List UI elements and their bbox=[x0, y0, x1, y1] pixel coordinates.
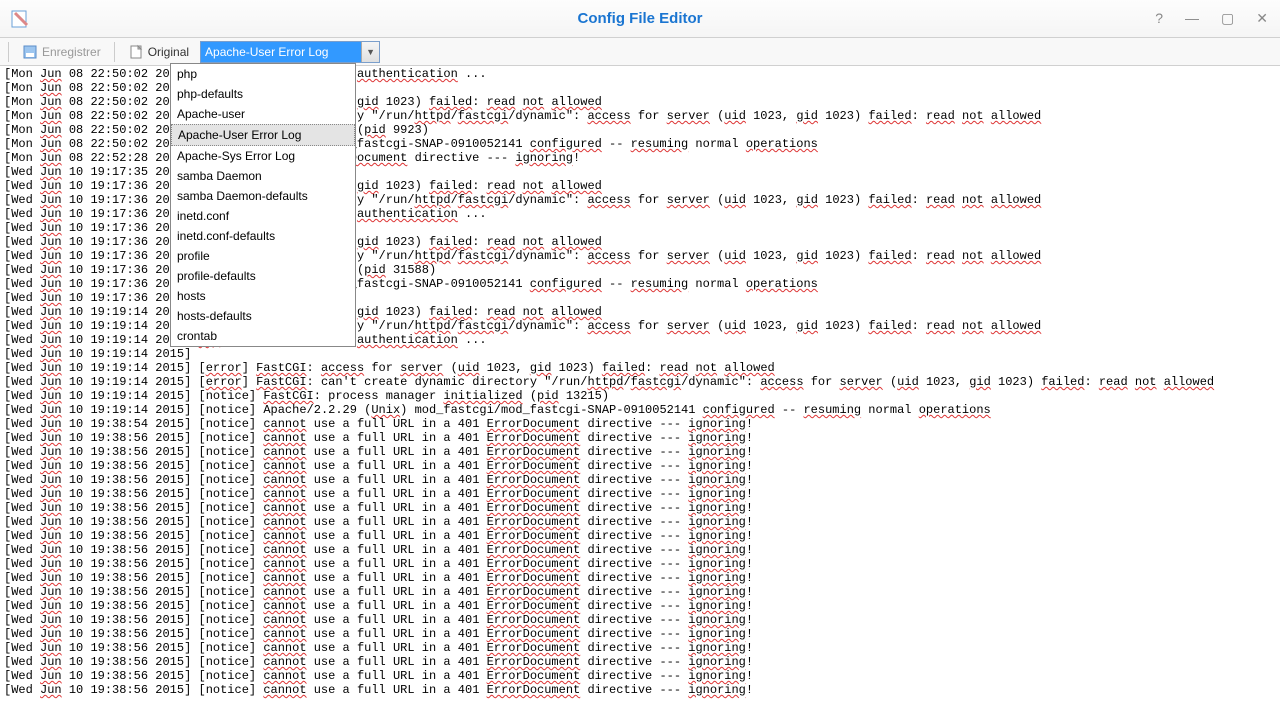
log-line: [Wed Jun 10 19:19:14 2015] [notice] Fast… bbox=[4, 389, 1276, 403]
log-line: [Wed Jun 10 19:38:56 2015] [notice] cann… bbox=[4, 655, 1276, 669]
titlebar: Config File Editor ? — ▢ ✕ bbox=[0, 0, 1280, 38]
log-line: [Wed Jun 10 19:38:56 2015] [notice] cann… bbox=[4, 641, 1276, 655]
chevron-down-icon: ▼ bbox=[361, 42, 379, 62]
toolbar: Enregistrer Original Apache-User Error L… bbox=[0, 38, 1280, 66]
separator bbox=[8, 42, 9, 62]
log-line: [Wed Jun 10 19:38:56 2015] [notice] cann… bbox=[4, 529, 1276, 543]
log-line: [Wed Jun 10 19:19:14 2015] bbox=[4, 347, 1276, 361]
log-line: [Wed Jun 10 19:19:14 2015] [error] FastC… bbox=[4, 375, 1276, 389]
log-line: [Wed Jun 10 19:38:56 2015] [notice] cann… bbox=[4, 445, 1276, 459]
document-icon bbox=[128, 44, 144, 60]
log-line: [Wed Jun 10 19:38:56 2015] [notice] cann… bbox=[4, 585, 1276, 599]
log-line: [Wed Jun 10 19:38:56 2015] [notice] cann… bbox=[4, 543, 1276, 557]
log-line: [Wed Jun 10 19:38:56 2015] [notice] cann… bbox=[4, 459, 1276, 473]
log-line: [Wed Jun 10 19:38:56 2015] [notice] cann… bbox=[4, 557, 1276, 571]
dropdown-item[interactable]: Apache-Sys Error Log bbox=[171, 146, 355, 166]
log-line: [Wed Jun 10 19:38:56 2015] [notice] cann… bbox=[4, 683, 1276, 697]
original-label: Original bbox=[148, 45, 189, 59]
dropdown-item[interactable]: inetd.conf bbox=[171, 206, 355, 226]
log-line: [Wed Jun 10 19:38:56 2015] [notice] cann… bbox=[4, 487, 1276, 501]
save-button[interactable]: Enregistrer bbox=[15, 41, 108, 63]
close-button[interactable]: ✕ bbox=[1252, 8, 1272, 29]
dropdown-item[interactable]: php-defaults bbox=[171, 84, 355, 104]
dropdown-item[interactable]: inetd.conf-defaults bbox=[171, 226, 355, 246]
save-icon bbox=[22, 44, 38, 60]
dropdown-item[interactable]: hosts bbox=[171, 286, 355, 306]
original-button[interactable]: Original bbox=[121, 41, 196, 63]
dropdown-item[interactable]: samba Daemon bbox=[171, 166, 355, 186]
dropdown-item[interactable]: php bbox=[171, 64, 355, 84]
dropdown-item[interactable]: profile bbox=[171, 246, 355, 266]
file-select[interactable]: Apache-User Error Log ▼ bbox=[200, 41, 380, 63]
log-line: [Wed Jun 10 19:38:56 2015] [notice] cann… bbox=[4, 627, 1276, 641]
help-button[interactable]: ? bbox=[1151, 8, 1167, 29]
maximize-button[interactable]: ▢ bbox=[1217, 8, 1238, 29]
log-line: [Wed Jun 10 19:38:54 2015] [notice] cann… bbox=[4, 417, 1276, 431]
dropdown-item[interactable]: hosts-defaults bbox=[171, 306, 355, 326]
log-line: [Wed Jun 10 19:38:56 2015] [notice] cann… bbox=[4, 669, 1276, 683]
window-controls: ? — ▢ ✕ bbox=[1151, 8, 1272, 29]
log-line: [Wed Jun 10 19:38:56 2015] [notice] cann… bbox=[4, 515, 1276, 529]
dropdown-item[interactable]: samba Daemon-defaults bbox=[171, 186, 355, 206]
app-icon bbox=[8, 7, 32, 31]
separator bbox=[114, 42, 115, 62]
dropdown-item[interactable]: Apache-User Error Log bbox=[171, 124, 355, 146]
file-select-dropdown[interactable]: phpphp-defaultsApache-userApache-User Er… bbox=[170, 63, 356, 347]
log-line: [Wed Jun 10 19:38:56 2015] [notice] cann… bbox=[4, 431, 1276, 445]
window-title: Config File Editor bbox=[578, 10, 703, 27]
dropdown-item[interactable]: profile-defaults bbox=[171, 266, 355, 286]
log-line: [Wed Jun 10 19:38:56 2015] [notice] cann… bbox=[4, 613, 1276, 627]
save-label: Enregistrer bbox=[42, 45, 101, 59]
dropdown-item[interactable]: crontab bbox=[171, 326, 355, 346]
log-line: [Wed Jun 10 19:38:56 2015] [notice] cann… bbox=[4, 599, 1276, 613]
log-line: [Wed Jun 10 19:38:56 2015] [notice] cann… bbox=[4, 571, 1276, 585]
log-line: [Wed Jun 10 19:38:56 2015] [notice] cann… bbox=[4, 501, 1276, 515]
log-line: [Wed Jun 10 19:38:56 2015] [notice] cann… bbox=[4, 473, 1276, 487]
minimize-button[interactable]: — bbox=[1181, 8, 1203, 29]
dropdown-item[interactable]: Apache-user bbox=[171, 104, 355, 124]
file-select-value: Apache-User Error Log bbox=[205, 45, 328, 59]
log-line: [Wed Jun 10 19:19:14 2015] [notice] Apac… bbox=[4, 403, 1276, 417]
log-line: [Wed Jun 10 19:19:14 2015] [error] FastC… bbox=[4, 361, 1276, 375]
